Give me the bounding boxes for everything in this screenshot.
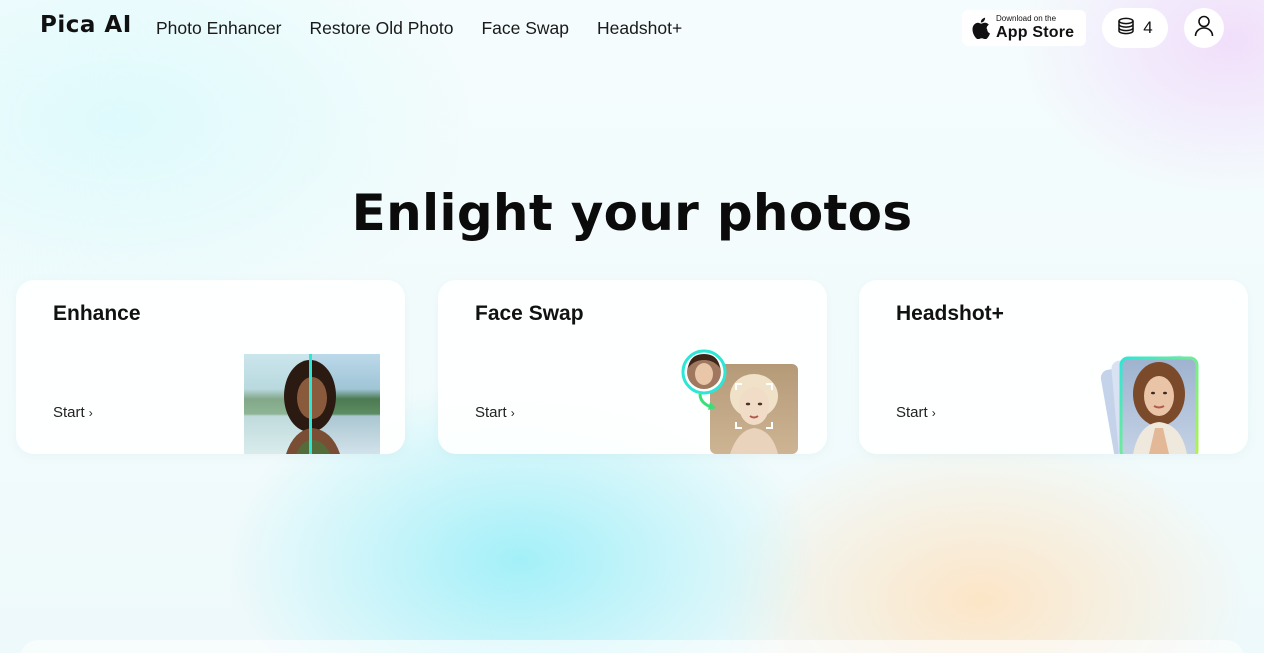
enhance-preview-image [244,354,380,454]
app-store-button[interactable]: Download on the App Store [962,10,1086,46]
face-swap-preview-image [680,348,800,454]
hero-title: Enlight your photos [351,184,913,242]
appstore-label: App Store [996,24,1075,41]
headshot-preview-image [1099,350,1219,454]
apple-icon [970,16,992,40]
enhance-card[interactable]: Enhance Start › [16,280,405,454]
chevron-right-icon: › [510,405,515,420]
start-link[interactable]: Start › [53,404,93,421]
main-nav: Photo Enhancer Restore Old Photo Face Sw… [156,18,682,39]
start-label: Start [896,404,928,421]
card-title: Face Swap [475,302,584,325]
card-title: Headshot+ [896,302,1004,325]
start-label: Start [53,404,85,421]
credits-count: 4 [1143,18,1153,37]
user-icon [1194,15,1214,42]
appstore-caption: Download on the [996,14,1057,23]
card-title: Enhance [53,302,141,325]
coin-stack-icon [1117,17,1135,40]
nav-headshot[interactable]: Headshot+ [597,18,682,39]
face-swap-card[interactable]: Face Swap Start › [438,280,827,454]
headshot-card[interactable]: Headshot+ Start › [859,280,1248,454]
logo[interactable]: Pica AI [40,12,132,38]
nav-face-swap[interactable]: Face Swap [481,18,569,39]
credits-button[interactable]: 4 [1102,8,1168,48]
chevron-right-icon: › [931,405,936,420]
user-account-button[interactable] [1184,8,1224,48]
nav-photo-enhancer[interactable]: Photo Enhancer [156,18,282,39]
start-link[interactable]: Start › [475,404,515,421]
chevron-right-icon: › [88,405,93,420]
top-navigation: Pica AI Photo Enhancer Restore Old Photo… [0,0,1264,56]
nav-restore-old-photo[interactable]: Restore Old Photo [310,18,454,39]
start-label: Start [475,404,507,421]
bottom-panel-edge [20,640,1244,653]
start-link[interactable]: Start › [896,404,936,421]
